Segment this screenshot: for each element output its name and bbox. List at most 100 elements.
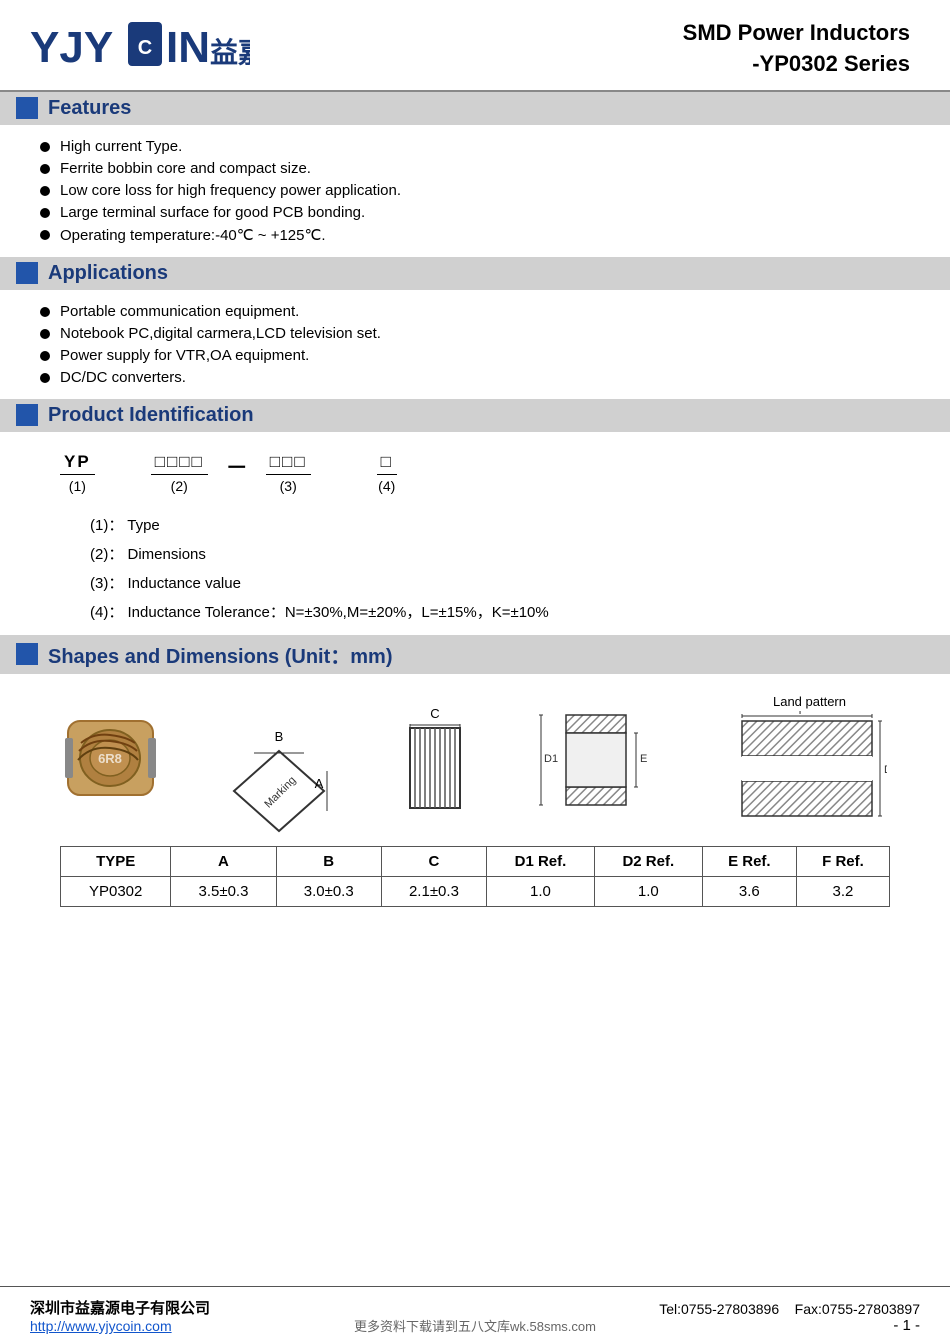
prod-desc-1-num: (1)： — [90, 517, 123, 534]
cell-e: 3.6 — [702, 876, 796, 906]
table-row: YP0302 3.5±0.3 3.0±0.3 2.1±0.3 1.0 1.0 3… — [61, 876, 890, 906]
col-a: A — [171, 846, 276, 876]
col-e: E Ref. — [702, 846, 796, 876]
list-item: Low core loss for high frequency power a… — [40, 182, 920, 199]
prod-part-1-num: (1) — [69, 478, 86, 494]
cross-diagram: C — [400, 706, 470, 813]
prod-desc-4: (4)： Inductance Tolerance：N=±30%,M=±20%，… — [90, 601, 910, 622]
list-item: Portable communication equipment. — [40, 303, 920, 320]
label-b: B — [275, 729, 284, 744]
svg-text:IN: IN — [166, 23, 210, 72]
feature-item-3: Low core loss for high frequency power a… — [60, 182, 401, 199]
shapes-diagram-row: 6R8 B Mark — [30, 684, 920, 836]
prod-desc-2: (2)： Dimensions — [90, 543, 910, 564]
feature-item-4: Large terminal surface for good PCB bond… — [60, 204, 365, 221]
list-item: DC/DC converters. — [40, 369, 920, 386]
bullet-dot — [40, 142, 50, 152]
features-header: Features — [0, 92, 950, 125]
svg-text:D1: D1 — [544, 753, 558, 765]
label-c-top: C — [430, 706, 439, 721]
cross-svg — [400, 723, 470, 813]
bullet-dot — [40, 230, 50, 240]
footer-company: 深圳市益嘉源电子有限公司 — [30, 1297, 210, 1318]
front-diagram: D1 E — [536, 710, 666, 810]
shapes-header: Shapes and Dimensions (Unit：mm) — [0, 635, 950, 674]
shapes-blue-square — [16, 643, 38, 665]
col-type: TYPE — [61, 846, 171, 876]
logo-icon: YJY C IN 益嘉源 — [30, 18, 250, 72]
prod-desc-3: (3)： Inductance value — [90, 572, 910, 593]
diamond-svg: Marking — [224, 746, 334, 836]
cell-c: 2.1±0.3 — [381, 876, 486, 906]
prod-part-4-top: □ — [377, 452, 397, 475]
list-item: Operating temperature:-40℃ ~ +125℃. — [40, 226, 920, 244]
prod-part-4-num: (4) — [378, 478, 395, 494]
shapes-section: 6R8 B Mark — [0, 674, 950, 907]
col-d2: D2 Ref. — [594, 846, 702, 876]
cell-a: 3.5±0.3 — [171, 876, 276, 906]
diamond-diagram: B Marking A — [224, 729, 334, 791]
prod-part-2-num: (2) — [171, 478, 188, 494]
bullet-dot — [40, 329, 50, 339]
prod-desc-1-text: Type — [127, 517, 160, 534]
cell-d1: 1.0 — [487, 876, 595, 906]
prod-dash: － — [226, 450, 248, 494]
cell-type: YP0302 — [61, 876, 171, 906]
bullet-dot — [40, 164, 50, 174]
features-title: Features — [48, 97, 131, 120]
footer-fax-text: Fax:0755-27803897 — [795, 1301, 920, 1317]
list-item: Ferrite bobbin core and compact size. — [40, 160, 920, 177]
product-id-header: Product Identification — [0, 399, 950, 432]
prod-part-3-top: □□□ — [266, 452, 311, 475]
feature-item-2: Ferrite bobbin core and compact size. — [60, 160, 311, 177]
svg-text:C: C — [138, 37, 152, 59]
header-title: SMD Power Inductors -YP0302 Series — [683, 18, 910, 80]
app-item-1: Portable communication equipment. — [60, 303, 299, 320]
shapes-title: Shapes and Dimensions (Unit：mm) — [48, 640, 393, 669]
col-b: B — [276, 846, 381, 876]
applications-header: Applications — [0, 257, 950, 290]
cell-d2: 1.0 — [594, 876, 702, 906]
logo-area: YJY C IN 益嘉源 — [30, 18, 250, 72]
land-pattern: Land pattern F — [732, 694, 887, 826]
prod-desc-1: (1)： Type — [90, 514, 910, 535]
svg-text:Marking: Marking — [262, 774, 298, 810]
cell-f: 3.2 — [796, 876, 889, 906]
coil-svg: 6R8 — [63, 713, 158, 803]
features-blue-square — [16, 97, 38, 119]
prod-desc-3-text: Inductance value — [128, 575, 241, 592]
svg-text:D2: D2 — [884, 764, 887, 776]
footer-tel-text: Tel:0755-27803896 — [659, 1301, 779, 1317]
prod-part-3-num: (3) — [280, 478, 297, 494]
land-pattern-label: Land pattern — [732, 694, 887, 709]
prod-part-4: □ (4) — [377, 452, 397, 494]
product-id-descriptions: (1)： Type (2)： Dimensions (3)： Inductanc… — [60, 514, 910, 622]
prod-desc-4-num: (4)： — [90, 604, 123, 621]
cell-b: 3.0±0.3 — [276, 876, 381, 906]
product-id-diagram: YP (1) □□□□ (2) － □□□ (3) □ (4) — [60, 450, 910, 494]
prod-part-1: YP (1) — [60, 452, 95, 494]
col-f: F Ref. — [796, 846, 889, 876]
table-header-row: TYPE A B C D1 Ref. D2 Ref. E Ref. F Ref. — [61, 846, 890, 876]
bullet-dot — [40, 351, 50, 361]
applications-title: Applications — [48, 262, 168, 285]
prod-desc-4-text: Inductance Tolerance：N=±30%,M=±20%，L=±15… — [128, 604, 549, 621]
label-a: A — [315, 776, 324, 791]
product-id-blue-square — [16, 404, 38, 426]
bullet-dot — [40, 307, 50, 317]
land-svg: F D2 — [732, 711, 887, 826]
applications-blue-square — [16, 262, 38, 284]
prod-part-2: □□□□ (2) — [151, 452, 208, 494]
prod-desc-2-num: (2)： — [90, 546, 123, 563]
features-content: High current Type. Ferrite bobbin core a… — [0, 125, 950, 257]
prod-part-1-top: YP — [60, 452, 95, 475]
col-c: C — [381, 846, 486, 876]
prod-part-3: □□□ (3) — [266, 452, 311, 494]
list-item: Power supply for VTR,OA equipment. — [40, 347, 920, 364]
feature-item-5: Operating temperature:-40℃ ~ +125℃. — [60, 226, 326, 244]
svg-text:E: E — [640, 753, 647, 765]
front-svg: D1 E — [536, 710, 666, 810]
dimensions-table: TYPE A B C D1 Ref. D2 Ref. E Ref. F Ref.… — [60, 846, 890, 907]
prod-desc-2-text: Dimensions — [128, 546, 206, 563]
bullet-dot — [40, 186, 50, 196]
